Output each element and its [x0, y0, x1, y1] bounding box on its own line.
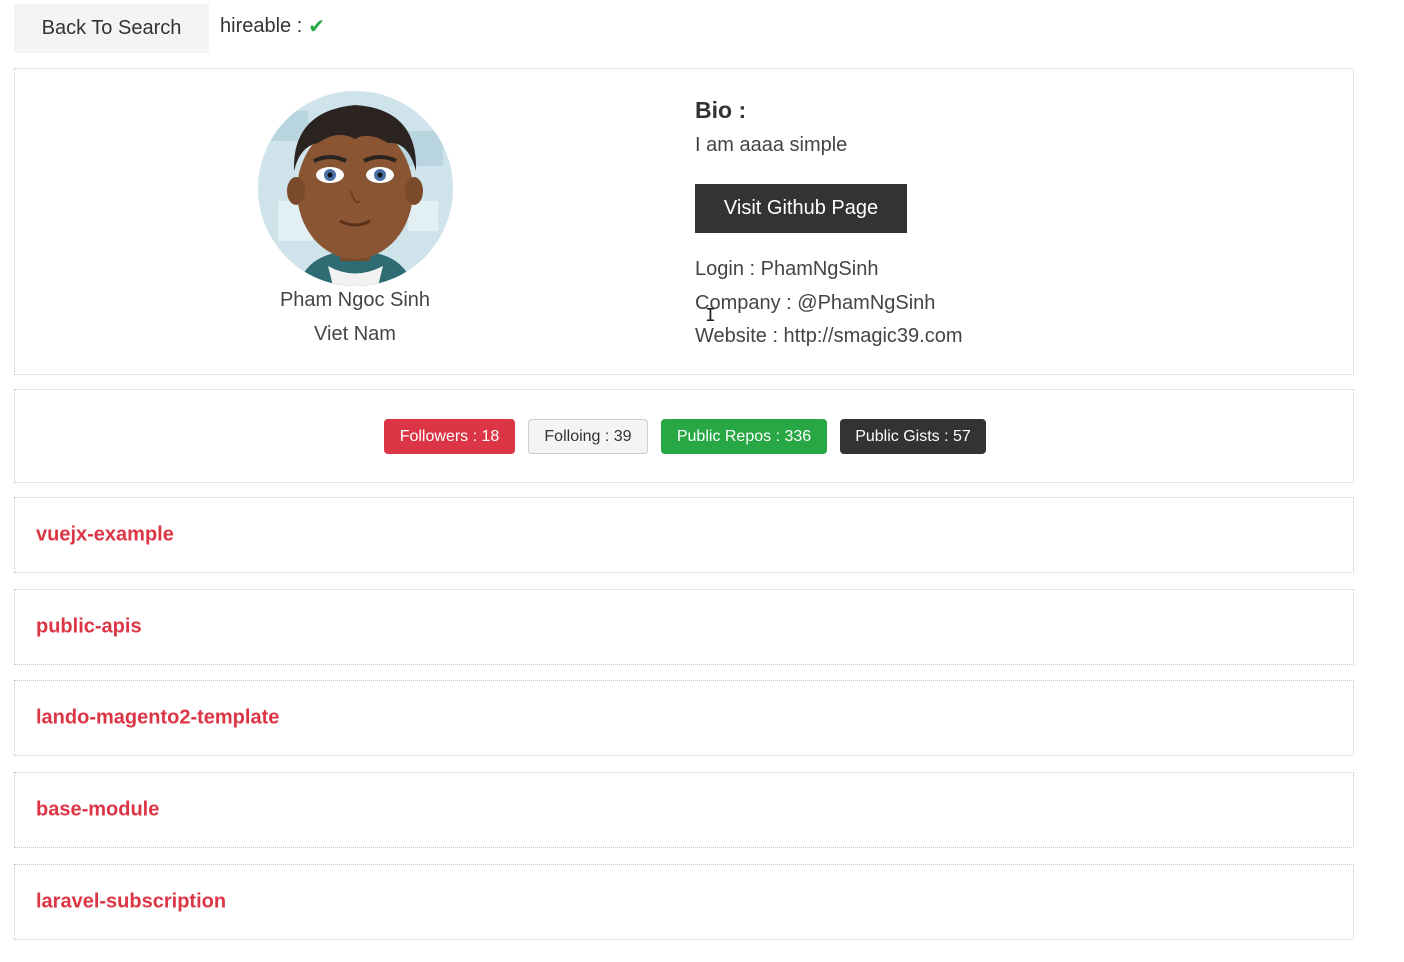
stats-badges: Followers : 18 Folloing : 39 Public Repo… — [384, 419, 986, 454]
bio-text: I am aaaa simple — [695, 134, 848, 156]
visit-github-button[interactable]: Visit Github Page — [695, 184, 907, 233]
repo-link[interactable]: public-apis — [36, 616, 142, 639]
repo-link[interactable]: lando-magento2-template — [36, 707, 279, 730]
back-to-search-button[interactable]: Back To Search — [14, 4, 209, 53]
profile-page: Back To Search hireable : ✔ Pham Ngoc Si… — [0, 0, 1404, 962]
text-cursor-icon: I — [705, 305, 716, 326]
login-info: Login : PhamNgSinh — [695, 258, 879, 280]
hireable-label: hireable : — [220, 15, 303, 37]
user-location: Viet Nam — [314, 323, 396, 345]
hireable-status: hireable : ✔ — [220, 14, 325, 39]
user-name: Pham Ngoc Sinh — [279, 289, 431, 311]
following-badge: Folloing : 39 — [528, 419, 648, 454]
website-info: Website : http://smagic39.com — [695, 325, 963, 347]
repo-link[interactable]: laravel-subscription — [36, 891, 226, 914]
public-repos-badge: Public Repos : 336 — [661, 419, 827, 454]
bio-title: Bio : — [695, 97, 747, 123]
repo-link[interactable]: base-module — [36, 799, 159, 822]
avatar — [258, 91, 453, 286]
repo-link[interactable]: vuejx-example — [36, 524, 174, 547]
followers-badge: Followers : 18 — [384, 419, 515, 454]
repo-item: vuejx-example — [14, 497, 1354, 573]
public-gists-badge: Public Gists : 57 — [840, 419, 986, 454]
profile-card: Pham Ngoc Sinh Viet Nam Bio : I am aaaa … — [14, 68, 1354, 375]
check-icon: ✔ — [308, 16, 326, 38]
company-info: Company : @PhamNgSinh — [695, 292, 936, 314]
stats-card: Followers : 18 Folloing : 39 Public Repo… — [14, 389, 1354, 483]
repo-item: laravel-subscription — [14, 864, 1354, 940]
repo-item: public-apis — [14, 589, 1354, 665]
repo-item: base-module — [14, 772, 1354, 848]
repo-item: lando-magento2-template — [14, 680, 1354, 756]
